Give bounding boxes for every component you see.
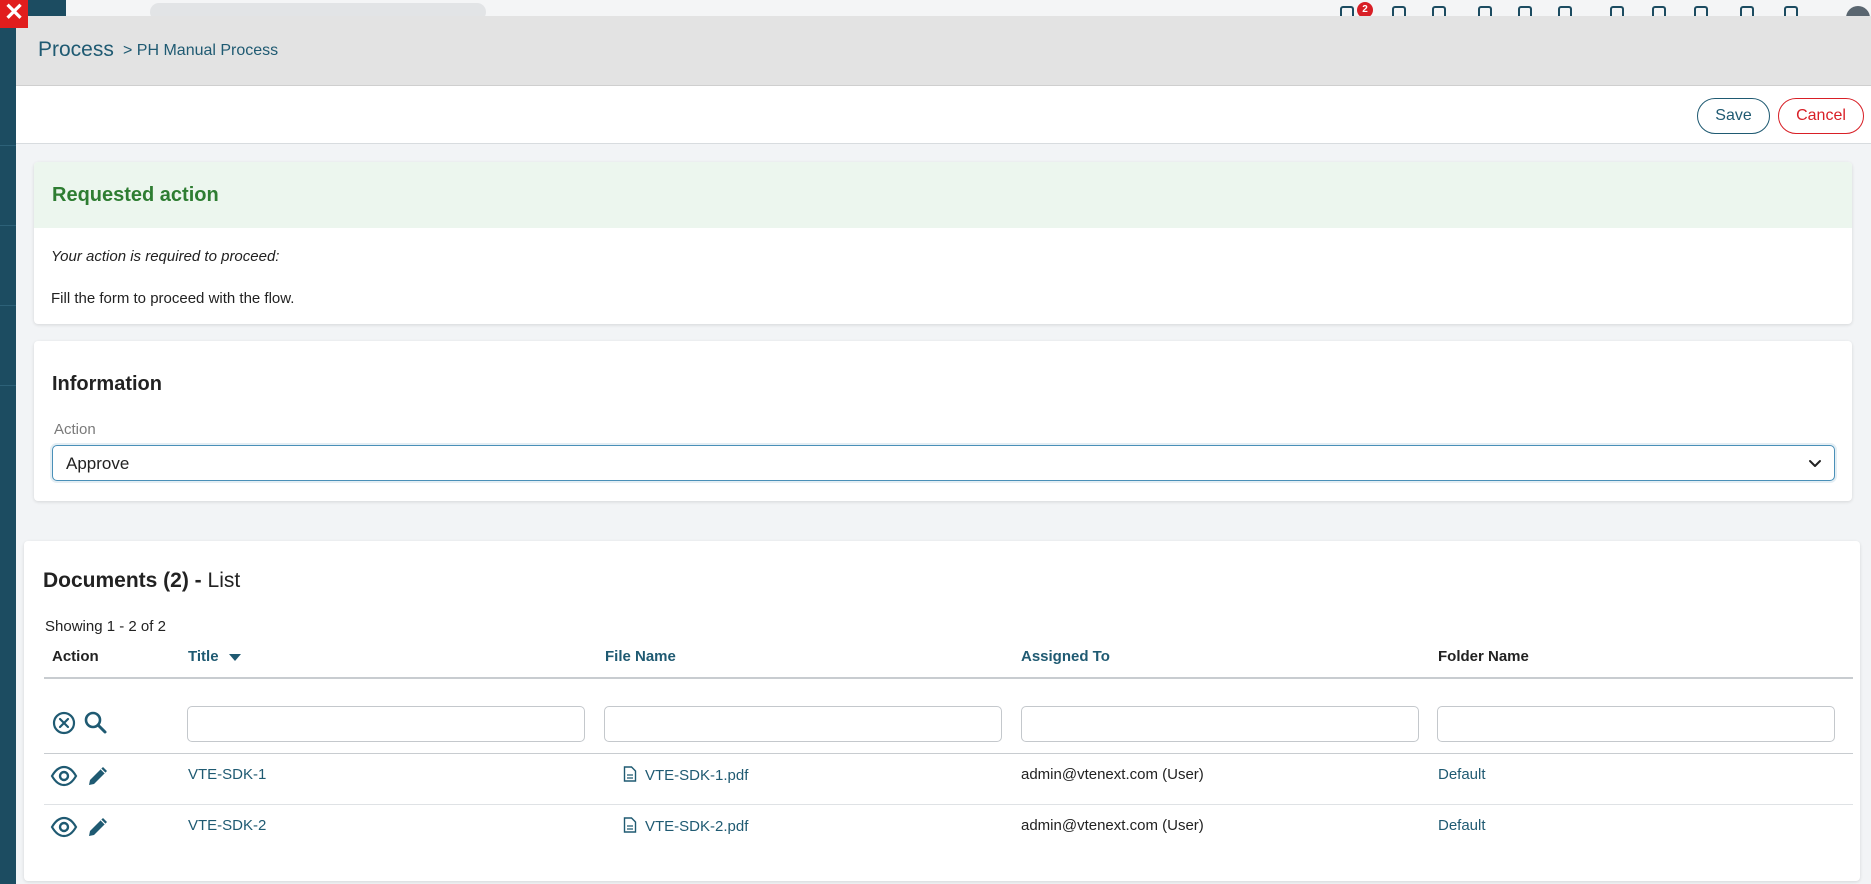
row-divider xyxy=(44,753,1853,754)
chevron-down-icon xyxy=(1809,460,1821,467)
information-card: Information Action Approve xyxy=(34,341,1852,501)
cancel-button[interactable]: Cancel xyxy=(1778,98,1864,134)
sort-desc-icon xyxy=(228,653,241,661)
edit-pencil-icon[interactable] xyxy=(84,813,112,841)
bookmark-icon xyxy=(1652,6,1666,16)
help-icon xyxy=(1740,6,1754,16)
file-name-link[interactable]: VTE-SDK-1.pdf xyxy=(623,766,748,784)
file-name-label: VTE-SDK-1.pdf xyxy=(645,767,749,784)
filter-title-input[interactable] xyxy=(187,706,585,742)
settings-icon xyxy=(1432,6,1446,16)
file-document-icon xyxy=(623,766,637,782)
requested-action-card: Requested action Your action is required… xyxy=(34,162,1852,324)
menu-icon xyxy=(1784,6,1798,16)
pagination-summary: Showing 1 - 2 of 2 xyxy=(45,618,166,635)
column-header-action: Action xyxy=(52,648,99,665)
documents-title-list: List xyxy=(201,569,241,592)
file-name-label: VTE-SDK-2.pdf xyxy=(645,818,749,835)
documents-title-count: Documents (2) - xyxy=(43,569,202,592)
folder-name-link[interactable]: Default xyxy=(1438,817,1486,834)
filter-assigned-to-input[interactable] xyxy=(1021,706,1419,742)
breadcrumb-root[interactable]: Process xyxy=(38,38,114,62)
star-icon xyxy=(1694,6,1708,16)
search-icon[interactable] xyxy=(82,709,110,737)
clear-filter-icon[interactable] xyxy=(50,709,78,737)
assigned-to-value: admin@vtenext.com (User) xyxy=(1021,766,1204,783)
view-eye-icon[interactable] xyxy=(50,762,78,790)
modal-toolbar: Save Cancel xyxy=(16,86,1871,144)
column-header-folder-name: Folder Name xyxy=(1438,648,1529,665)
folder-name-link[interactable]: Default xyxy=(1438,766,1486,783)
documents-card: Documents (2) - List Showing 1 - 2 of 2 … xyxy=(24,541,1860,881)
assigned-to-value: admin@vtenext.com (User) xyxy=(1021,817,1204,834)
gear-icon xyxy=(1610,6,1624,16)
mail-icon xyxy=(1340,6,1354,16)
edit-icon xyxy=(1558,6,1572,16)
information-title: Information xyxy=(52,373,162,395)
process-modal: Process > PH Manual Process Save Cancel … xyxy=(16,16,1871,884)
chart-icon xyxy=(1518,6,1532,16)
requested-action-text: Fill the form to proceed with the flow. xyxy=(51,290,295,307)
documents-title: Documents (2) - List xyxy=(43,569,240,593)
calendar-icon xyxy=(1478,6,1492,16)
filter-folder-name-input[interactable] xyxy=(1437,706,1835,742)
breadcrumb-current: > PH Manual Process xyxy=(123,42,279,59)
action-field-label: Action xyxy=(54,421,96,438)
file-document-icon xyxy=(623,817,637,833)
action-select-value: Approve xyxy=(66,454,130,473)
requested-action-note: Your action is required to proceed: xyxy=(51,248,280,265)
document-title-link[interactable]: VTE-SDK-1 xyxy=(188,766,266,783)
requested-action-title: Requested action xyxy=(34,162,1852,228)
edit-pencil-icon[interactable] xyxy=(84,762,112,790)
search-icon xyxy=(1392,6,1406,16)
column-header-assigned-to[interactable]: Assigned To xyxy=(1021,648,1110,665)
view-eye-icon[interactable] xyxy=(50,813,78,841)
modal-header: Process > PH Manual Process xyxy=(16,16,1871,86)
column-header-file-name[interactable]: File Name xyxy=(605,648,676,665)
file-name-link[interactable]: VTE-SDK-2.pdf xyxy=(623,817,748,835)
background-topbar xyxy=(66,0,1871,21)
close-icon[interactable]: ✕ xyxy=(0,0,28,28)
row-divider xyxy=(44,804,1853,805)
document-title-link[interactable]: VTE-SDK-2 xyxy=(188,817,266,834)
header-divider xyxy=(44,677,1853,679)
filter-file-name-input[interactable] xyxy=(604,706,1002,742)
action-select[interactable]: Approve xyxy=(52,445,1835,481)
column-header-title-label: Title xyxy=(188,648,219,665)
column-header-title[interactable]: Title xyxy=(188,648,241,665)
save-button[interactable]: Save xyxy=(1697,98,1770,134)
